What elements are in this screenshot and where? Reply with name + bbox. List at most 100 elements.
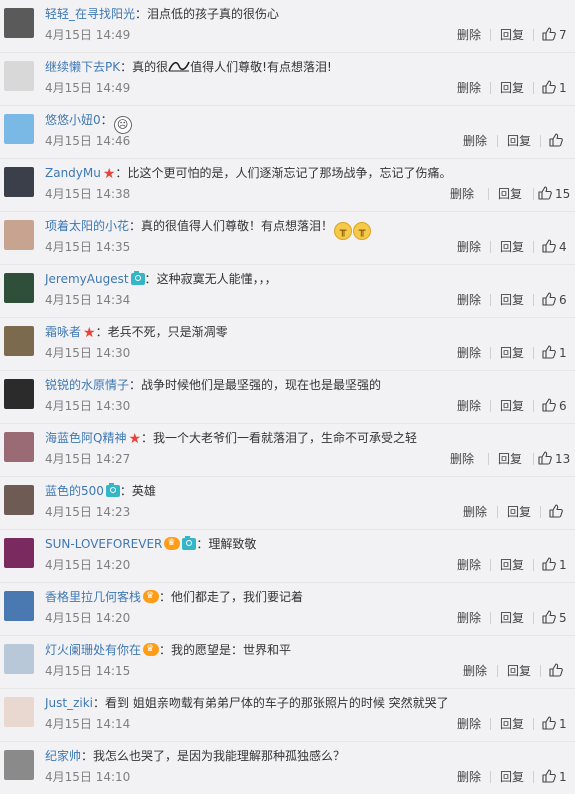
username-link[interactable]: 锐锐的水原情子 (45, 378, 129, 392)
username-link[interactable]: 轻轻_在寻找阳光 (45, 7, 135, 21)
comment-line: 项着太阳的小花：真的很值得人们尊敬！有点想落泪！ ╥ ╥ (45, 217, 372, 240)
reply-button[interactable]: 回复 (500, 557, 524, 573)
comment-actions: 删除 回复 15 (0, 186, 575, 202)
comment-item: 灯火阑珊处有你在：我的愿望是：世界和平4月15日 14:15删除回复 (0, 636, 575, 689)
username-link[interactable]: JeremyAugest (45, 272, 129, 286)
comment-text: 看到 姐姐亲吻载有弟弟尸体的车子的那张照片的时候 突然就哭了 (105, 696, 449, 710)
like-button[interactable]: 1 (542, 345, 567, 361)
like-button[interactable]: 1 (542, 716, 567, 732)
reply-button[interactable]: 回复 (500, 80, 524, 96)
reply-button[interactable]: 回复 (498, 451, 522, 467)
like-button[interactable]: 6 (542, 398, 567, 414)
username-link[interactable]: ZandyMu (45, 166, 101, 180)
action-divider (490, 29, 491, 41)
delete-button[interactable]: 删除 (457, 80, 481, 96)
comment-item: 霜咏者 ★：老兵不死，只是渐凋零 4月15日 14:30 删除 回复 1 (0, 318, 575, 371)
username-link[interactable]: 海蓝色阿Q精神 (45, 431, 126, 445)
action-divider (533, 294, 534, 306)
like-button[interactable]: 1 (542, 80, 567, 96)
colon-separator: ： (144, 272, 157, 286)
delete-button[interactable]: 删除 (457, 610, 481, 626)
reply-button[interactable]: 回复 (498, 186, 522, 202)
comment-text: 他们都走了，我们要记着 (171, 590, 304, 604)
comment-text: 泪点低的孩子真的很伤心 (147, 7, 280, 21)
username-link[interactable]: 悠悠小妞0 (45, 113, 101, 127)
delete-button[interactable]: 删除 (457, 27, 481, 43)
delete-button[interactable]: 删除 (463, 504, 487, 520)
reply-button[interactable]: 回复 (507, 504, 531, 520)
action-divider (497, 506, 498, 518)
delete-button[interactable]: 删除 (457, 239, 481, 255)
reply-button[interactable]: 回复 (500, 27, 524, 43)
like-button[interactable]: 15 (538, 186, 570, 202)
like-button[interactable]: 4 (542, 239, 567, 255)
delete-button[interactable]: 删除 (450, 186, 474, 202)
reply-button[interactable]: 回复 (500, 769, 524, 785)
reply-button[interactable]: 回复 (507, 133, 531, 149)
reply-button[interactable]: 回复 (500, 345, 524, 361)
action-divider (533, 241, 534, 253)
comment-line: 蓝色的500 ：英雄 (45, 482, 156, 500)
reply-button[interactable]: 回复 (500, 292, 524, 308)
like-count: 1 (559, 558, 567, 572)
colon-separator: ： (81, 749, 94, 763)
comment-item: SUN-LOVEFOREVER：理解致敬4月15日 14:20删除回复1 (0, 530, 575, 583)
delete-button[interactable]: 删除 (457, 292, 481, 308)
username-link[interactable]: 纪家帅 (45, 749, 81, 763)
comment-text: 真的很值得人们尊敬！有点想落泪！ (141, 219, 334, 233)
like-button[interactable] (549, 504, 566, 520)
camera-badge-icon (130, 271, 145, 285)
username-link[interactable]: 项着太阳的小花 (45, 219, 129, 233)
delete-button[interactable]: 删除 (457, 398, 481, 414)
reply-button[interactable]: 回复 (500, 398, 524, 414)
action-divider (490, 294, 491, 306)
like-button[interactable]: 5 (542, 610, 567, 626)
colon-separator: ： (100, 113, 113, 127)
username-link[interactable]: Just_ziki (45, 696, 93, 710)
action-divider (540, 506, 541, 518)
action-divider (533, 347, 534, 359)
username-link[interactable]: 蓝色的500 (45, 484, 104, 498)
delete-button[interactable]: 删除 (450, 451, 474, 467)
action-divider (497, 135, 498, 147)
camera-badge-icon (182, 536, 197, 550)
comment-actions: 删除 回复 1 (0, 769, 575, 785)
reply-button[interactable]: 回复 (500, 610, 524, 626)
reply-button[interactable]: 回复 (500, 716, 524, 732)
like-button[interactable]: 1 (542, 557, 567, 573)
like-count: 6 (559, 399, 567, 413)
like-button[interactable]: 13 (538, 451, 570, 467)
star-badge-icon: ★ (83, 325, 96, 341)
delete-button[interactable]: 删除 (463, 663, 487, 679)
reply-button[interactable]: 回复 (500, 239, 524, 255)
username-link[interactable]: 香格里拉几何客栈 (45, 590, 141, 604)
thumbs-up-icon (549, 663, 563, 677)
delete-button[interactable]: 删除 (457, 345, 481, 361)
thumbs-up-icon (542, 557, 556, 571)
like-button[interactable]: 7 (542, 27, 567, 43)
comment-line: 霜咏者 ★：老兵不死，只是渐凋零 (45, 323, 228, 341)
comment-actions: 删除 回复 (0, 504, 575, 520)
comment-line: ZandyMu ★：比这个更可怕的是，人们逐渐忘记了那场战争，忘记了伤痛。 (45, 164, 451, 182)
comment-item: 项着太阳的小花：真的很值得人们尊敬！有点想落泪！ ╥ ╥ 4月15日 14:35 删除回… (0, 212, 575, 265)
delete-button[interactable]: 删除 (457, 716, 481, 732)
colon-separator: ： (141, 431, 154, 445)
reply-button[interactable]: 回复 (507, 663, 531, 679)
like-button[interactable] (549, 133, 566, 149)
vip-crown-badge-icon (164, 537, 181, 550)
like-button[interactable] (549, 663, 566, 679)
like-button[interactable]: 1 (542, 769, 567, 785)
action-divider (488, 188, 489, 200)
comment-actions: 删除 回复 7 (0, 27, 575, 43)
username-link[interactable]: SUN-LOVEFOREVER (45, 537, 162, 551)
username-link[interactable]: 继续懒下去PK (45, 60, 120, 74)
delete-button[interactable]: 删除 (457, 769, 481, 785)
action-divider (533, 400, 534, 412)
delete-button[interactable]: 删除 (463, 133, 487, 149)
delete-button[interactable]: 删除 (457, 557, 481, 573)
colon-separator: ： (159, 643, 172, 657)
like-button[interactable]: 6 (542, 292, 567, 308)
username-link[interactable]: 灯火阑珊处有你在 (45, 643, 141, 657)
username-link[interactable]: 霜咏者 (45, 325, 81, 339)
comment-actions: 删除 回复 5 (0, 610, 575, 626)
